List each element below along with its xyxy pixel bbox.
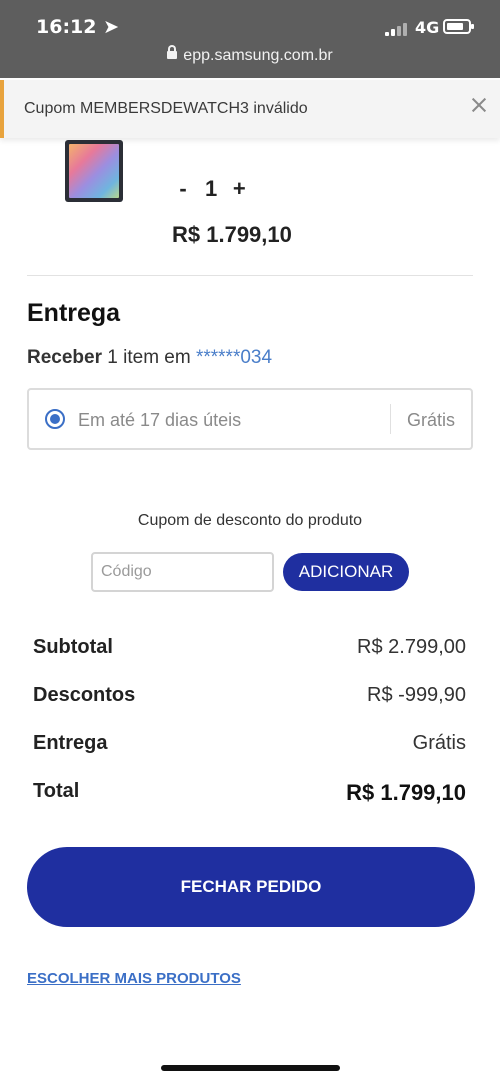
shipping-option-label: Em até 17 dias úteis (78, 410, 242, 430)
increase-quantity-button[interactable]: + (228, 176, 250, 202)
subtotal-value: R$ 2.799,00 (357, 636, 466, 658)
product-price: R$ 1.799,10 (172, 222, 292, 247)
receive-text: 1 item em (107, 347, 191, 368)
masked-address-link[interactable]: ******034 (196, 347, 272, 368)
location-arrow-icon: ➤ (103, 16, 120, 38)
status-time-text: 16:12 (36, 16, 97, 38)
divider (27, 275, 473, 276)
product-image (65, 140, 123, 202)
decrease-quantity-button[interactable]: - (172, 176, 194, 202)
quantity-value: 1 (205, 176, 218, 201)
close-icon[interactable] (467, 94, 491, 118)
subtotal-label: Subtotal (33, 636, 113, 658)
toast-message: Cupom MEMBERSDEWATCH3 inválido (24, 100, 308, 117)
battery-icon (443, 19, 474, 34)
coupon-code-input[interactable] (91, 552, 274, 592)
divider (390, 404, 391, 434)
total-value: R$ 1.799,10 (346, 780, 466, 805)
shipping-option[interactable]: Em até 17 dias úteis Grátis (27, 388, 473, 450)
delivery-title: Entrega (27, 299, 121, 327)
url-bar[interactable]: epp.samsung.com.br (0, 45, 500, 65)
radio-selected-icon[interactable] (45, 409, 65, 429)
signal-icon (385, 22, 413, 36)
shipping-value: Grátis (412, 732, 466, 754)
browser-chrome: 16:12 ➤ 4G epp.samsung.com.br (0, 0, 500, 78)
receive-label: Receber (27, 347, 102, 368)
checkout-button[interactable]: FECHAR PEDIDO (27, 847, 475, 927)
url-text: epp.samsung.com.br (183, 47, 333, 64)
network-type: 4G (415, 18, 440, 37)
shipping-label: Entrega (33, 732, 108, 754)
status-time: 16:12 ➤ (36, 16, 119, 38)
delivery-info: Receber 1 item em ******034 (27, 347, 272, 369)
quantity-stepper: - 1 + (172, 176, 250, 202)
total-label: Total (33, 780, 80, 802)
discount-label: Descontos (33, 684, 136, 706)
add-coupon-button[interactable]: ADICIONAR (283, 553, 409, 591)
coupon-label: Cupom de desconto do produto (137, 512, 363, 529)
lock-icon (167, 45, 178, 59)
discount-value: R$ -999,90 (367, 684, 466, 706)
choose-more-products-link[interactable]: ESCOLHER MAIS PRODUTOS (27, 970, 241, 987)
coupon-error-toast: Cupom MEMBERSDEWATCH3 inválido (0, 80, 500, 138)
home-indicator[interactable] (161, 1065, 340, 1071)
shipping-option-price: Grátis (406, 410, 455, 430)
